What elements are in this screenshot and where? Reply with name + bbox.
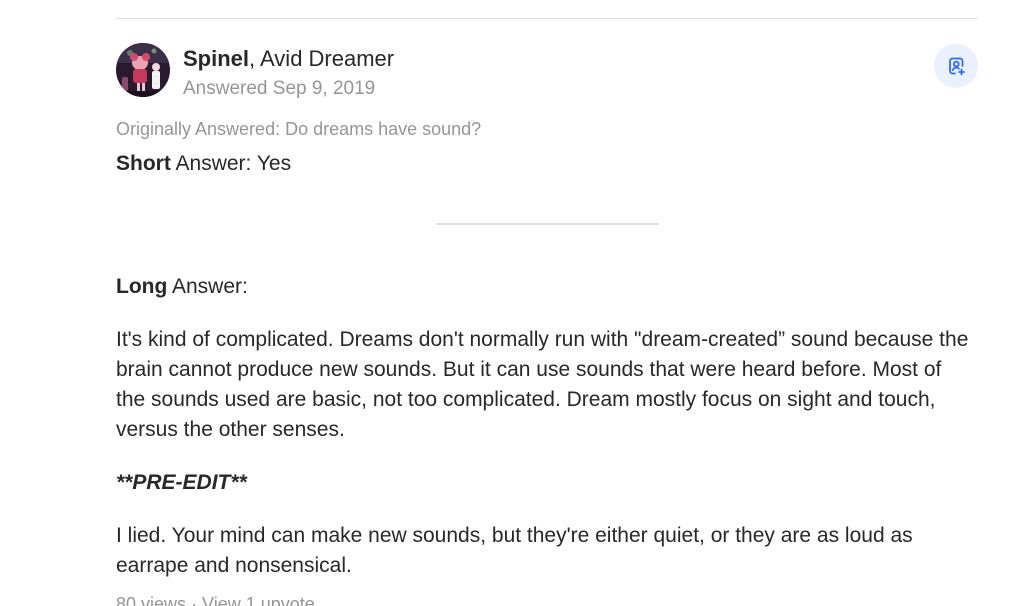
author-name[interactable]: Spinel xyxy=(183,46,249,71)
avatar-image xyxy=(116,43,170,97)
pre-edit-heading: **PRE-EDIT** xyxy=(116,471,247,494)
author-separator: , xyxy=(249,46,261,71)
long-answer-label: Long xyxy=(116,275,168,298)
answer-stats: 80 views · View 1 upvote xyxy=(116,592,315,606)
author-info: Spinel, Avid Dreamer Answered Sep 9, 201… xyxy=(183,43,394,102)
answer-paragraph-1: It's kind of complicated. Dreams don't n… xyxy=(116,328,969,441)
user-add-icon xyxy=(944,54,968,78)
top-divider xyxy=(116,18,978,19)
view-upvotes-link[interactable]: View 1 upvote xyxy=(202,594,315,606)
section-divider xyxy=(436,223,659,225)
author-line: Spinel, Avid Dreamer xyxy=(183,45,394,73)
long-answer-heading: Long Answer: xyxy=(116,272,976,302)
stats-separator: · xyxy=(186,594,203,606)
author-credential: Avid Dreamer xyxy=(260,46,395,71)
short-answer-text: Answer: Yes xyxy=(170,152,292,175)
follow-author-button[interactable] xyxy=(934,44,978,88)
short-answer: Short Answer: Yes xyxy=(116,149,976,179)
views-count: 80 views xyxy=(116,594,187,606)
answered-date[interactable]: Answered Sep 9, 2019 xyxy=(183,76,394,102)
originally-answered-link[interactable]: Originally Answered: Do dreams have soun… xyxy=(116,117,481,141)
author-avatar[interactable] xyxy=(116,43,170,97)
answer-header: Spinel, Avid Dreamer Answered Sep 9, 201… xyxy=(116,43,394,102)
long-answer-text: Answer: xyxy=(167,275,248,298)
answer-paragraph-2: I lied. Your mind can make new sounds, b… xyxy=(116,524,913,577)
short-answer-label: Short xyxy=(116,152,171,175)
answer-page: Spinel, Avid Dreamer Answered Sep 9, 201… xyxy=(0,0,1024,606)
